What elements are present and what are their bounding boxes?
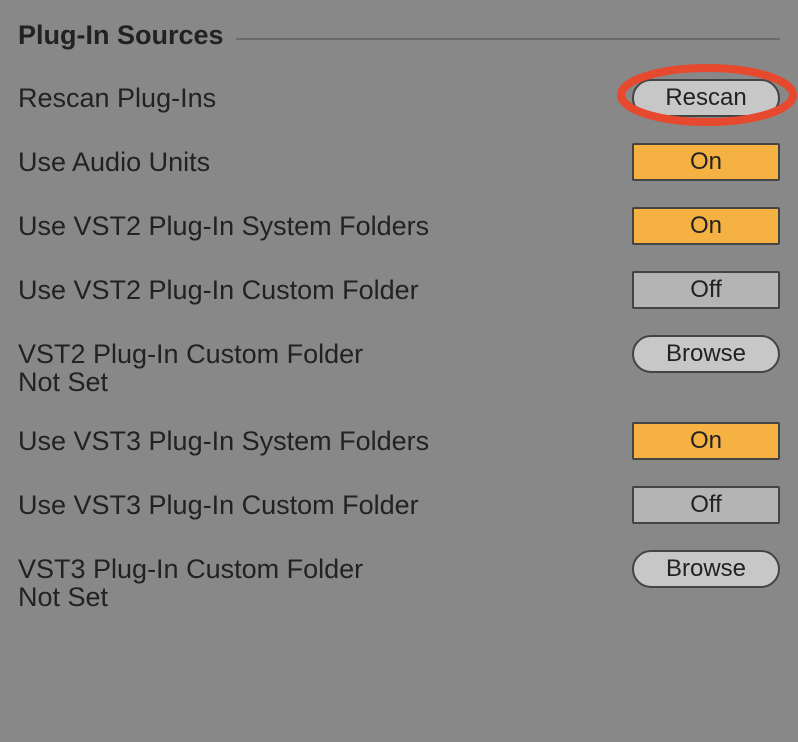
section-header: Plug-In Sources: [18, 20, 780, 51]
row-vst2-custom-toggle: Use VST2 Plug-In Custom Folder Off: [18, 269, 780, 311]
vst2-custom-path-label: VST2 Plug-In Custom Folder: [18, 339, 363, 370]
vst2-system-label: Use VST2 Plug-In System Folders: [18, 211, 429, 242]
row-vst3-custom-path: VST3 Plug-In Custom Folder Browse: [18, 548, 780, 590]
row-vst3-custom-toggle: Use VST3 Plug-In Custom Folder Off: [18, 484, 780, 526]
vst3-custom-toggle-label: Use VST3 Plug-In Custom Folder: [18, 490, 419, 521]
vst2-browse-button[interactable]: Browse: [632, 335, 780, 373]
vst3-system-label: Use VST3 Plug-In System Folders: [18, 426, 429, 457]
vst3-custom-toggle[interactable]: Off: [632, 486, 780, 524]
row-audio-units: Use Audio Units On: [18, 141, 780, 183]
section-divider: [236, 38, 780, 40]
vst3-system-toggle[interactable]: On: [632, 422, 780, 460]
vst3-browse-button[interactable]: Browse: [632, 550, 780, 588]
vst2-custom-toggle[interactable]: Off: [632, 271, 780, 309]
row-vst2-custom-path: VST2 Plug-In Custom Folder Browse: [18, 333, 780, 375]
row-vst3-system: Use VST3 Plug-In System Folders On: [18, 420, 780, 462]
audio-units-toggle[interactable]: On: [632, 143, 780, 181]
rescan-button[interactable]: Rescan: [632, 79, 780, 117]
vst3-custom-path-label: VST3 Plug-In Custom Folder: [18, 554, 363, 585]
vst2-custom-toggle-label: Use VST2 Plug-In Custom Folder: [18, 275, 419, 306]
vst2-system-toggle[interactable]: On: [632, 207, 780, 245]
section-title: Plug-In Sources: [18, 20, 224, 51]
row-rescan: Rescan Plug-Ins Rescan: [18, 77, 780, 119]
rescan-label: Rescan Plug-Ins: [18, 83, 216, 114]
audio-units-label: Use Audio Units: [18, 147, 210, 178]
row-vst2-system: Use VST2 Plug-In System Folders On: [18, 205, 780, 247]
